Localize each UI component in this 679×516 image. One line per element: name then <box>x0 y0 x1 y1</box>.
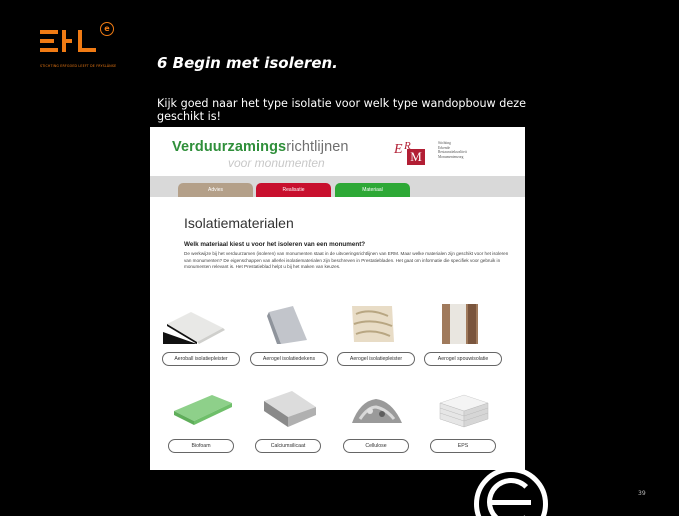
product-aeroball-button[interactable]: Aeroball isolatiepleister <box>162 352 240 366</box>
product-calciumsilicate-button[interactable]: Calciumsilicaat <box>255 439 321 453</box>
product-cellulose-button[interactable]: Cellulose <box>343 439 409 453</box>
product-eps-button[interactable]: EPS <box>430 439 496 453</box>
product-aerogel-cavity-button[interactable]: Aerogel spouwisolatie <box>424 352 502 366</box>
logo-tagline: STICHTING ERFGOED LEEFT DE FRYSLÂNSE <box>40 64 117 68</box>
site-brand[interactable]: Verduurzamingsrichtlijnen <box>172 139 349 155</box>
e-logo-icon <box>474 467 548 516</box>
product-aerogel-plaster-button[interactable]: Aerogel isolatiepleister <box>337 352 415 366</box>
copyright-icon: e <box>100 22 114 36</box>
erm-logo-text: Stichting Erkende Restauratiekwaliteit M… <box>438 141 467 159</box>
product-biofoam-button[interactable]: Biofoam <box>168 439 234 453</box>
biofoam-image[interactable] <box>172 387 234 429</box>
slide-page-number: 39 <box>638 490 646 497</box>
page-question: Welk materiaal kiest u voor het isoleren… <box>184 241 366 248</box>
site-brand-sub: voor monumenten <box>228 156 325 170</box>
aerogel-plaster-image[interactable] <box>342 302 404 344</box>
tab-advies[interactable]: Advies <box>178 183 253 197</box>
website-screenshot: Verduurzamingsrichtlijnen voor monumente… <box>150 127 525 470</box>
el-logo: e STICHTING ERFGOED LEEFT DE FRYSLÂNSE <box>40 22 120 72</box>
aeroball-image[interactable] <box>163 302 225 344</box>
page-heading: Isolatiematerialen <box>184 215 294 231</box>
product-aerogel-blankets-button[interactable]: Aerogel isolatiedekens <box>250 352 328 366</box>
slide-subtitle: Kijk goed naar het type isolatie voor we… <box>157 97 526 123</box>
page-intro-text: De werkwijze bij het verduurzamen (isole… <box>184 251 509 270</box>
aerogel-blanket-image[interactable] <box>255 302 317 344</box>
erm-logo[interactable]: E R M <box>394 140 434 168</box>
eps-image[interactable] <box>432 387 494 429</box>
calciumsilicate-image[interactable] <box>258 387 320 429</box>
cellulose-image[interactable] <box>346 387 408 429</box>
tab-realisatie[interactable]: Realisatie <box>256 183 331 197</box>
tab-materiaal[interactable]: Materiaal <box>335 183 410 197</box>
slide-title: 6 Begin met isoleren. <box>157 54 338 72</box>
el-logo-mark <box>40 30 96 52</box>
aerogel-cavity-image[interactable] <box>430 302 492 344</box>
site-header: Verduurzamingsrichtlijnen voor monumente… <box>150 127 525 170</box>
